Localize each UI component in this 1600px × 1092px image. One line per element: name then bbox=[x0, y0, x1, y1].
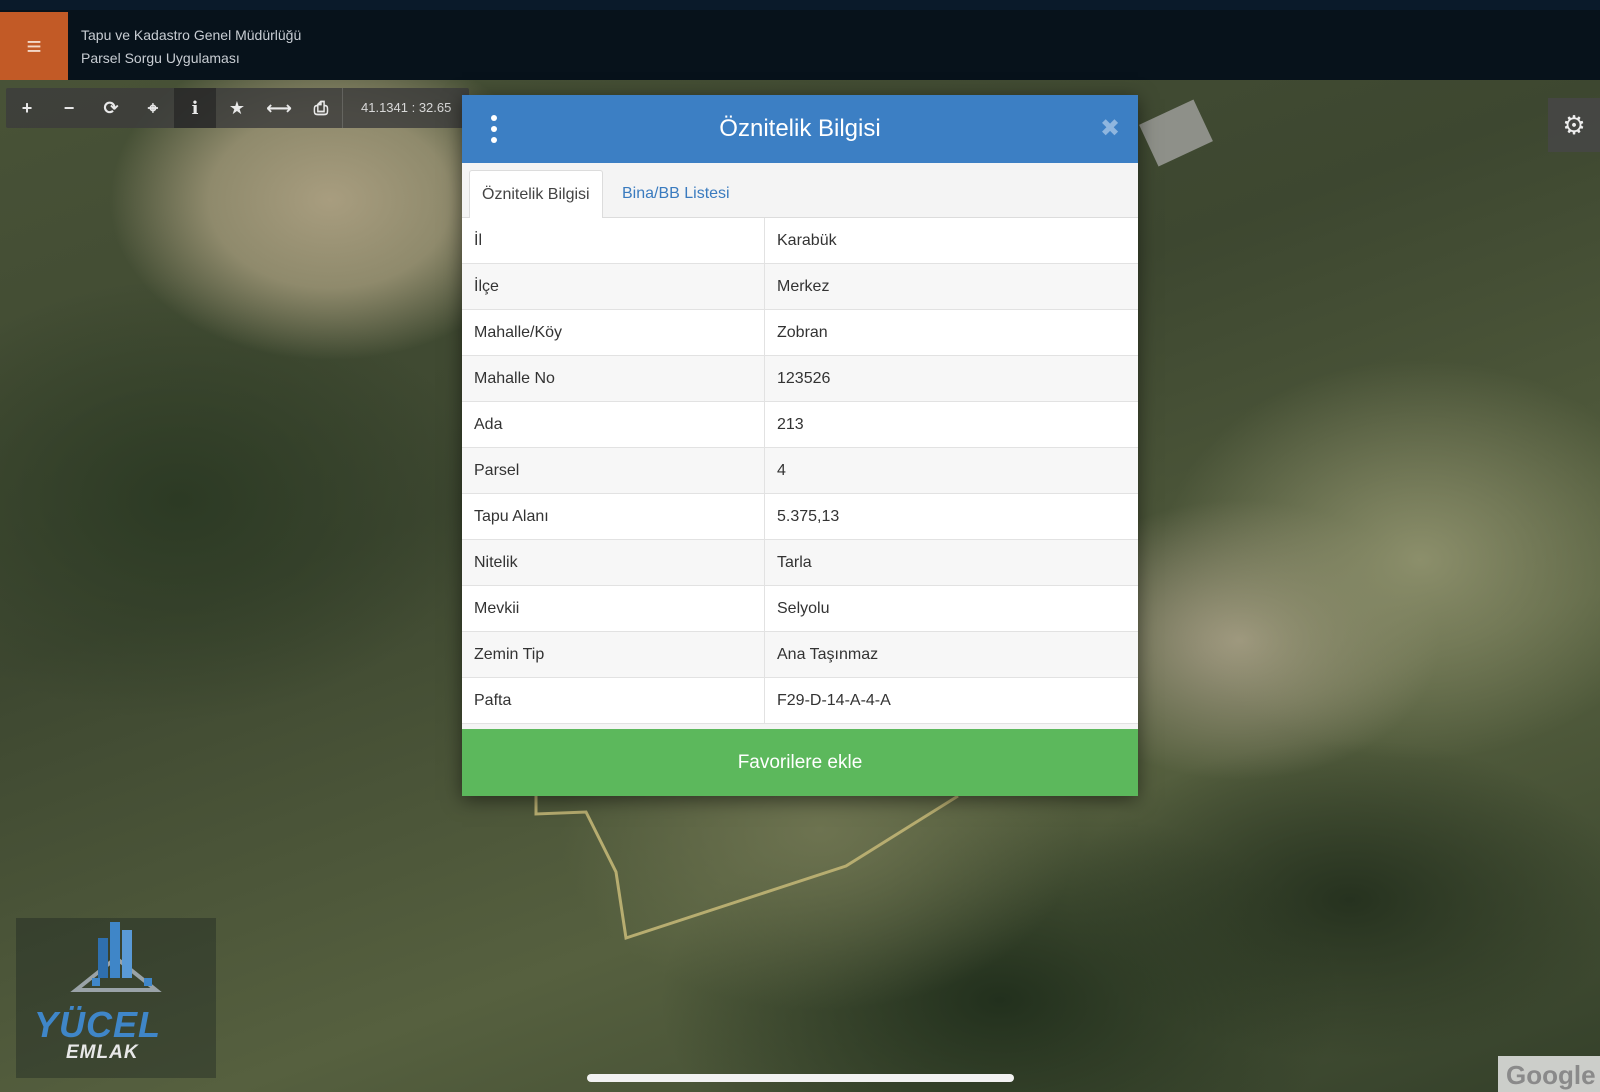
attribute-key: Zemin Tip bbox=[462, 631, 765, 678]
more-options-icon[interactable] bbox=[482, 111, 506, 147]
home-indicator[interactable] bbox=[587, 1074, 1014, 1082]
attribute-key: Tapu Alanı bbox=[462, 493, 765, 540]
measure-icon: ⟷ bbox=[266, 97, 292, 118]
app-title: Tapu ve Kadastro Genel Müdürlüğü Parsel … bbox=[81, 24, 301, 70]
logo-subtitle: EMLAK bbox=[66, 1042, 139, 1063]
attribute-row: Nitelik Tarla bbox=[462, 539, 1138, 586]
attribute-value: Merkez bbox=[764, 263, 1138, 310]
dialog-title: Öznitelik Bilgisi bbox=[719, 115, 881, 142]
attribute-key: Parsel bbox=[462, 447, 765, 494]
attribute-value: Selyolu bbox=[764, 585, 1138, 632]
attribute-key: İlçe bbox=[462, 263, 765, 310]
favorites-button[interactable]: ★ bbox=[216, 88, 258, 128]
attribute-row: Mevkii Selyolu bbox=[462, 585, 1138, 632]
add-to-favorites-button[interactable]: Favorilere ekle bbox=[462, 729, 1138, 796]
map-toolbar: + − ⟳ ⌖ i ★ ⟷ ⎙ 41.1341 : 32.65 bbox=[6, 88, 469, 128]
measure-button[interactable]: ⟷ bbox=[258, 88, 300, 128]
refresh-button[interactable]: ⟳ bbox=[90, 88, 132, 128]
attribute-key: Mevkii bbox=[462, 585, 765, 632]
logo-name: YÜCEL bbox=[34, 1004, 162, 1045]
attribute-value: Karabük bbox=[764, 218, 1138, 264]
dialog-header: Öznitelik Bilgisi ✖ bbox=[462, 95, 1138, 163]
zoom-in-button[interactable]: + bbox=[6, 88, 48, 128]
attribute-key: İl bbox=[462, 218, 765, 264]
attribute-row: Zemin Tip Ana Taşınmaz bbox=[462, 631, 1138, 678]
attribute-row: İlçe Merkez bbox=[462, 263, 1138, 310]
attribute-value: 4 bbox=[764, 447, 1138, 494]
attribute-value: 5.375,13 bbox=[764, 493, 1138, 540]
print-button[interactable]: ⎙ bbox=[300, 88, 342, 128]
attribute-value: Zobran bbox=[764, 309, 1138, 356]
print-icon: ⎙ bbox=[313, 97, 329, 118]
attribute-table: İl Karabük İlçe Merkez Mahalle/Köy Zobran Maha… bbox=[462, 218, 1138, 724]
info-button[interactable]: i bbox=[174, 88, 216, 128]
app-header: ≡ Tapu ve Kadastro Genel Müdürlüğü Parse… bbox=[0, 0, 1600, 80]
app-name: Parsel Sorgu Uygulaması bbox=[81, 50, 240, 66]
attribute-row: Ada 213 bbox=[462, 401, 1138, 448]
tab-attribute-info[interactable]: Öznitelik Bilgisi bbox=[469, 170, 603, 219]
zoom-out-icon: − bbox=[63, 97, 75, 118]
attribute-value: F29-D-14-A-4-A bbox=[764, 677, 1138, 724]
info-icon: i bbox=[191, 97, 199, 119]
attribute-row: Mahalle/Köy Zobran bbox=[462, 309, 1138, 356]
zoom-in-icon: + bbox=[21, 97, 33, 118]
attribute-dialog: Öznitelik Bilgisi ✖ Öznitelik Bilgisi Bi… bbox=[462, 95, 1138, 796]
status-bar bbox=[0, 0, 1600, 10]
attribute-value: Tarla bbox=[764, 539, 1138, 586]
zoom-out-button[interactable]: − bbox=[48, 88, 90, 128]
attribute-row: Parsel 4 bbox=[462, 447, 1138, 494]
gear-icon: ⚙ bbox=[1562, 109, 1586, 140]
attribute-value: 123526 bbox=[764, 355, 1138, 402]
google-attribution: Google bbox=[1498, 1056, 1600, 1092]
refresh-icon: ⟳ bbox=[103, 97, 119, 118]
attribute-row: Pafta F29-D-14-A-4-A bbox=[462, 677, 1138, 724]
org-name: Tapu ve Kadastro Genel Müdürlüğü bbox=[81, 27, 302, 43]
attribute-row: İl Karabük bbox=[462, 218, 1138, 264]
google-logo: Google bbox=[1506, 1060, 1596, 1090]
house-icon bbox=[70, 922, 162, 992]
attribute-row: Tapu Alanı 5.375,13 bbox=[462, 493, 1138, 540]
locate-button[interactable]: ⌖ bbox=[132, 88, 174, 128]
agency-logo: YÜCEL EMLAK bbox=[16, 918, 216, 1078]
hamburger-icon: ≡ bbox=[26, 30, 42, 61]
attribute-key: Mahalle No bbox=[462, 355, 765, 402]
coordinate-readout: 41.1341 : 32.65 bbox=[342, 88, 469, 128]
attribute-value: Ana Taşınmaz bbox=[764, 631, 1138, 678]
attribute-key: Nitelik bbox=[462, 539, 765, 586]
star-icon: ★ bbox=[228, 97, 246, 118]
tab-building-list[interactable]: Bina/BB Listesi bbox=[610, 170, 742, 217]
locate-icon: ⌖ bbox=[147, 97, 159, 118]
attribute-row: Mahalle No 123526 bbox=[462, 355, 1138, 402]
close-icon[interactable]: ✖ bbox=[1096, 115, 1124, 143]
dialog-tabs: Öznitelik Bilgisi Bina/BB Listesi bbox=[462, 163, 1138, 219]
attribute-key: Ada bbox=[462, 401, 765, 448]
attribute-key: Pafta bbox=[462, 677, 765, 724]
settings-button[interactable]: ⚙ bbox=[1548, 98, 1600, 152]
attribute-key: Mahalle/Köy bbox=[462, 309, 765, 356]
attribute-value: 213 bbox=[764, 401, 1138, 448]
menu-button[interactable]: ≡ bbox=[0, 12, 68, 80]
